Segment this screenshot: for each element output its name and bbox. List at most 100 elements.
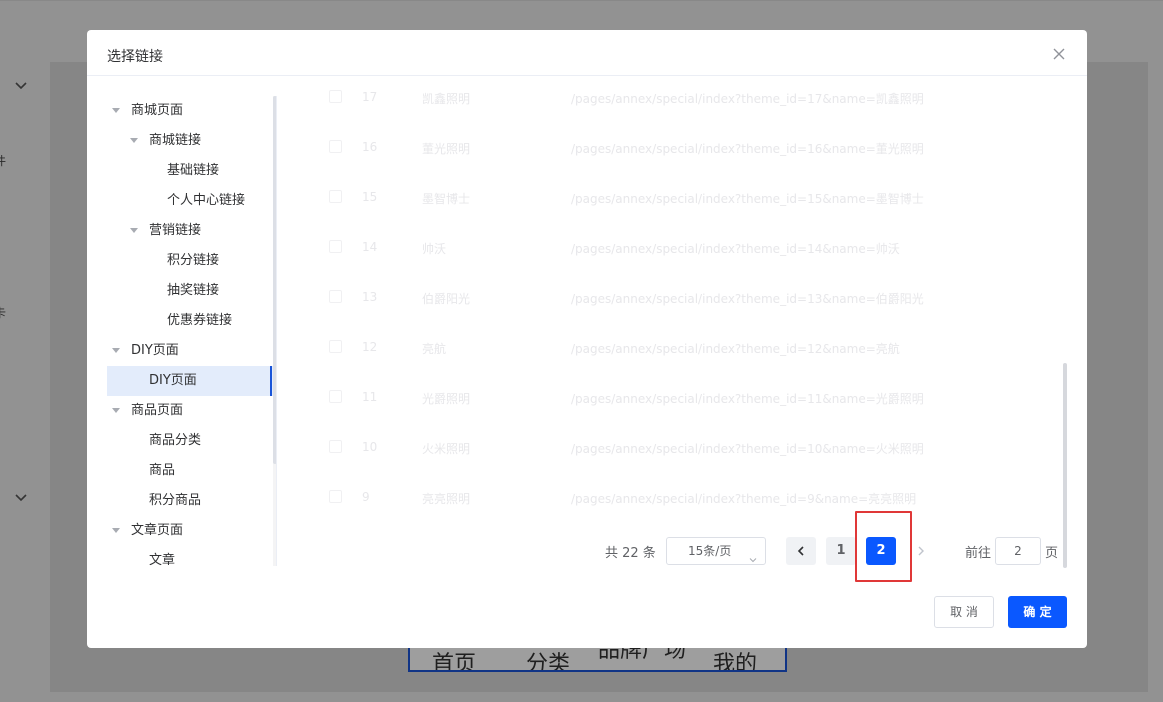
tree-node[interactable]: 商城页面 [107, 96, 273, 126]
cell-name: 伯爵阳光 [422, 292, 471, 306]
cell-id: 11 [362, 390, 378, 404]
caret-down-icon[interactable] [112, 528, 120, 533]
dialog-title: 选择链接 [107, 49, 163, 65]
tree-node[interactable]: 基础链接 [107, 156, 273, 186]
tree-node[interactable]: 商城链接 [107, 126, 273, 156]
cell-url: /pages/annex/special/index?theme_id=17&n… [571, 92, 924, 106]
table-row[interactable]: 14 帅沃/pages/annex/special/index?theme_id=… [293, 223, 1063, 273]
table-row[interactable]: 15 墨智博士/pages/annex/special/index?theme_i… [293, 173, 1063, 223]
select-link-dialog: 选择链接 商城页面商城链接基础链接个人中心链接营销链接积分链接抽奖链接优惠券链接… [87, 30, 1087, 648]
tree-node-label: 基础链接 [167, 163, 220, 178]
cell-url: /pages/annex/special/index?theme_id=9&na… [571, 492, 917, 506]
cell-url: /pages/annex/special/index?theme_id=15&n… [571, 192, 924, 206]
tree-node-label: 文章页面 [131, 523, 184, 538]
table-row[interactable]: 17 凯鑫照明/pages/annex/special/index?theme_i… [293, 80, 1063, 123]
caret-down-icon[interactable] [112, 348, 120, 353]
tree-active-indicator [270, 366, 272, 396]
cell-url: /pages/annex/special/index?theme_id=12&n… [571, 342, 900, 356]
chevron-down-icon [749, 547, 757, 563]
row-checkbox[interactable] [329, 440, 342, 453]
row-checkbox[interactable] [329, 190, 342, 203]
tree-node-label: 营销链接 [149, 223, 202, 238]
caret-down-icon[interactable] [112, 408, 120, 413]
tree-node[interactable]: 商品分类 [107, 426, 273, 456]
row-checkbox[interactable] [329, 340, 342, 353]
cell-name: 墨智博士 [422, 192, 471, 206]
tree-node[interactable]: 个人中心链接 [107, 186, 273, 216]
cell-id: 15 [362, 190, 378, 204]
tree-node[interactable]: 优惠券链接 [107, 306, 273, 336]
goto-page-input[interactable] [995, 537, 1041, 565]
table-row[interactable]: 9 亮亮照明/pages/annex/special/index?theme_id… [293, 473, 1063, 510]
cell-name: 董光照明 [422, 142, 471, 156]
cell-id: 13 [362, 290, 378, 304]
cell-url: /pages/annex/special/index?theme_id=13&n… [571, 292, 924, 306]
row-checkbox[interactable] [329, 240, 342, 253]
highlight-annotation-box [855, 511, 912, 582]
link-category-tree: 商城页面商城链接基础链接个人中心链接营销链接积分链接抽奖链接优惠券链接 DIY页面… [107, 96, 273, 566]
table-row[interactable]: 10 火米照明/pages/annex/special/index?theme_i… [293, 423, 1063, 473]
tree-node[interactable]: 文章页面 [107, 516, 273, 546]
cell-id: 12 [362, 340, 378, 354]
prev-page-button[interactable] [786, 537, 816, 565]
tree-node-label: 商品 [149, 463, 176, 478]
tree-node[interactable]: 营销链接 [107, 216, 273, 246]
goto-page-suffix: 页 [1045, 546, 1059, 561]
tree-node-label: 商城链接 [149, 133, 202, 148]
table-row[interactable]: 12 亮航/pages/annex/special/index?theme_id=… [293, 323, 1063, 373]
row-checkbox[interactable] [329, 140, 342, 153]
row-checkbox[interactable] [329, 290, 342, 303]
cell-name: 亮亮照明 [422, 492, 471, 506]
cell-name: 光爵照明 [422, 392, 471, 406]
tree-node[interactable]: DIY页面 [107, 336, 273, 366]
row-checkbox[interactable] [329, 390, 342, 403]
tree-node[interactable]: 文章 [107, 546, 273, 566]
caret-down-icon[interactable] [112, 108, 120, 113]
tree-node-label: 文章 [149, 553, 176, 566]
cell-id: 17 [362, 90, 378, 104]
tree-node-label: 商品页面 [131, 403, 184, 418]
caret-down-icon[interactable] [130, 228, 138, 233]
tree-node-label: 积分链接 [167, 253, 220, 268]
cell-id: 10 [362, 440, 378, 454]
tree-node[interactable]: 商品页面 [107, 396, 273, 426]
tree-node[interactable]: 积分链接 [107, 246, 273, 276]
cell-name: 凯鑫照明 [422, 92, 471, 106]
tree-node-label: 商城页面 [131, 103, 184, 118]
tree-node[interactable]: 抽奖链接 [107, 276, 273, 306]
page-size-select[interactable]: 15条/页 [666, 537, 766, 565]
confirm-button[interactable]: 确 定 [1008, 596, 1067, 628]
cell-id: 16 [362, 140, 378, 154]
cell-id: 14 [362, 240, 378, 254]
tree-node-label: 个人中心链接 [167, 193, 246, 208]
dialog-header-divider [87, 75, 1087, 76]
page-size-value: 15条/页 [688, 544, 732, 558]
tree-node[interactable]: DIY页面 [107, 366, 273, 396]
row-checkbox[interactable] [329, 90, 342, 103]
cell-id: 9 [362, 490, 370, 504]
table-scrollbar[interactable] [1063, 363, 1067, 568]
cell-name: 亮航 [422, 342, 447, 356]
tree-node-label: DIY页面 [149, 373, 197, 388]
cancel-button[interactable]: 取 消 [934, 596, 994, 628]
tree-divider [276, 96, 277, 566]
row-checkbox[interactable] [329, 490, 342, 503]
tree-node[interactable]: 积分商品 [107, 486, 273, 516]
pagination-total: 共 22 条 [605, 546, 656, 561]
cell-name: 帅沃 [422, 242, 447, 256]
tree-node[interactable]: 商品 [107, 456, 273, 486]
page-button-1[interactable]: 1 [826, 537, 856, 565]
close-icon[interactable] [1051, 46, 1067, 62]
tree-node-label: 优惠券链接 [167, 313, 233, 328]
cell-name: 火米照明 [422, 442, 471, 456]
goto-label: 前往 [965, 546, 992, 561]
cell-url: /pages/annex/special/index?theme_id=11&n… [571, 392, 924, 406]
cell-url: /pages/annex/special/index?theme_id=16&n… [571, 142, 924, 156]
table-row[interactable]: 13 伯爵阳光/pages/annex/special/index?theme_i… [293, 273, 1063, 323]
cell-url: /pages/annex/special/index?theme_id=10&n… [571, 442, 924, 456]
caret-down-icon[interactable] [130, 138, 138, 143]
table-row[interactable]: 16 董光照明/pages/annex/special/index?theme_i… [293, 123, 1063, 173]
table-row[interactable]: 11 光爵照明/pages/annex/special/index?theme_i… [293, 373, 1063, 423]
tree-node-label: 积分商品 [149, 493, 202, 508]
cell-url: /pages/annex/special/index?theme_id=14&n… [571, 242, 900, 256]
